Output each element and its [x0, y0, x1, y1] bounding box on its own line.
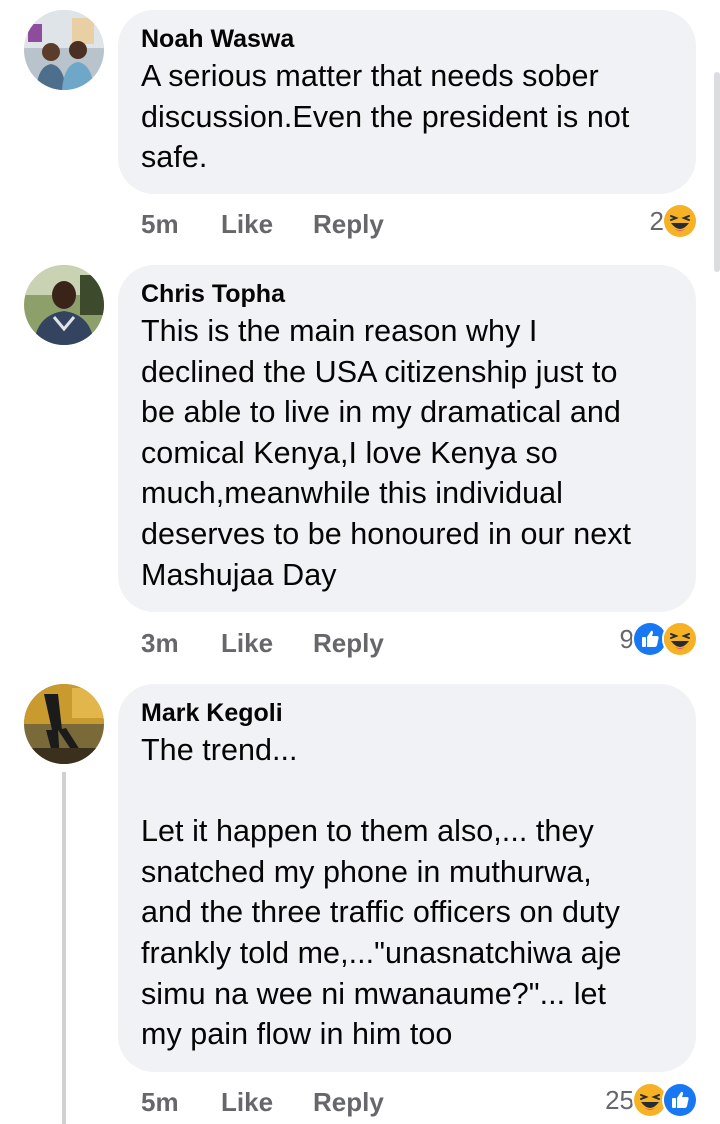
like-icon: [662, 1082, 698, 1118]
comment-bubble: Chris Topha This is the main reason why …: [118, 265, 696, 612]
reply-thread-line: [62, 772, 66, 1124]
reply-button[interactable]: Reply: [313, 209, 384, 240]
scrollbar[interactable]: [714, 72, 720, 272]
comment-actions: 5m Like Reply: [141, 1084, 384, 1120]
reaction-summary[interactable]: 2: [650, 203, 698, 239]
haha-icon: [662, 621, 698, 657]
avatar[interactable]: [24, 10, 104, 90]
comment-bubble: Noah Waswa A serious matter that needs s…: [118, 10, 696, 194]
comment-timestamp[interactable]: 3m: [141, 628, 221, 659]
comment-text: This is the main reason why I declined t…: [141, 314, 632, 592]
reaction-summary[interactable]: 9: [620, 621, 698, 657]
like-button[interactable]: Like: [221, 209, 313, 240]
reply-button[interactable]: Reply: [313, 1087, 384, 1118]
comment-author[interactable]: Chris Topha: [141, 279, 672, 309]
comment-author[interactable]: Noah Waswa: [141, 24, 672, 54]
avatar[interactable]: [24, 684, 104, 764]
reaction-count: 25: [605, 1084, 634, 1115]
comment-timestamp[interactable]: 5m: [141, 1087, 221, 1118]
like-button[interactable]: Like: [221, 1087, 313, 1118]
comment-author[interactable]: Mark Kegoli: [141, 698, 672, 728]
reply-button[interactable]: Reply: [313, 628, 384, 659]
avatar[interactable]: [24, 265, 104, 345]
comment-text: A serious matter that needs sober discus…: [141, 59, 630, 175]
like-button[interactable]: Like: [221, 628, 313, 659]
comment-text: The trend... Let it happen to them also,…: [141, 733, 622, 1052]
comment-actions: 5m Like Reply: [141, 206, 384, 242]
comment-actions: 3m Like Reply: [141, 625, 384, 661]
comment-bubble: Mark Kegoli The trend... Let it happen t…: [118, 684, 696, 1072]
reaction-summary[interactable]: 25: [605, 1082, 698, 1118]
haha-icon: [662, 203, 698, 239]
comment-timestamp[interactable]: 5m: [141, 209, 221, 240]
